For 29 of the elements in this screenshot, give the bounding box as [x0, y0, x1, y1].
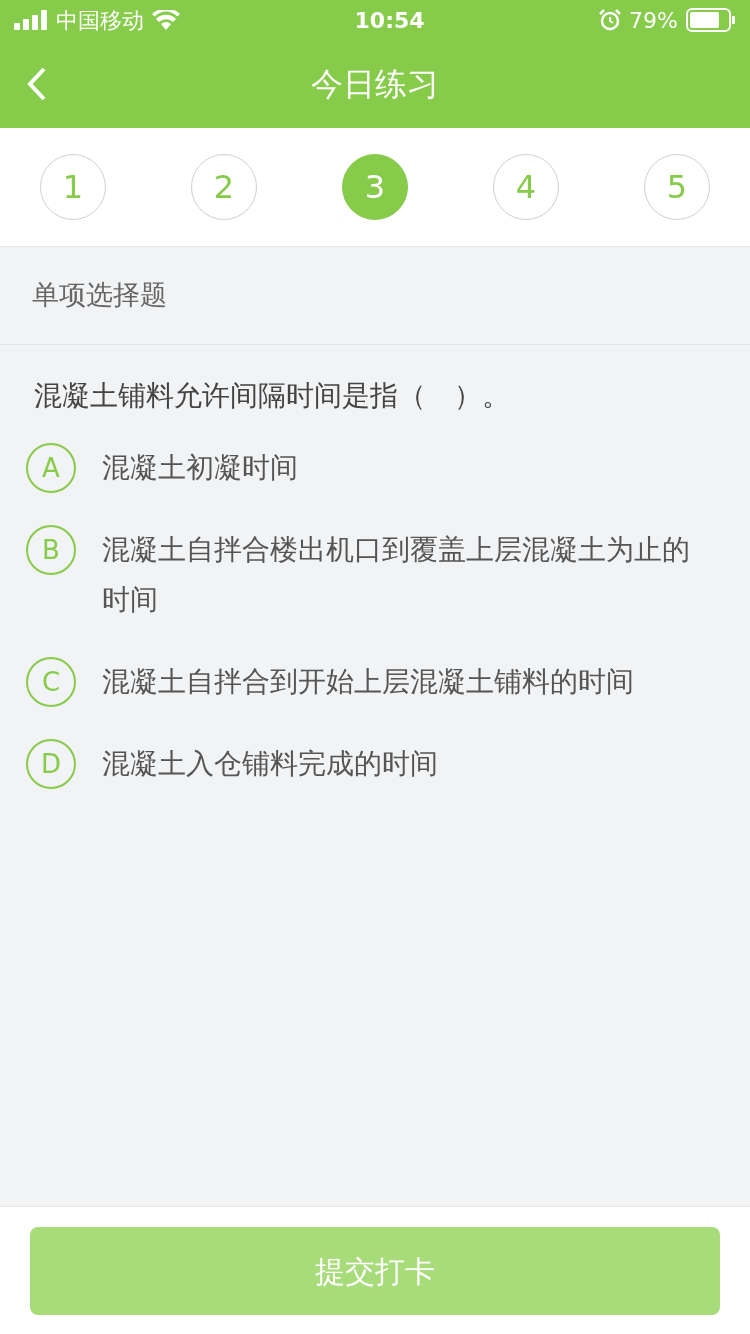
- section-title: 单项选择题: [0, 247, 750, 345]
- option-letter: D: [26, 739, 76, 789]
- question-number-tab[interactable]: 5: [644, 154, 710, 220]
- option-text: 混凝土自拌合楼出机口到覆盖上层混凝土为止的时间: [102, 532, 691, 618]
- page-title: 今日练习: [311, 64, 439, 105]
- signal-icon: [14, 10, 48, 30]
- option-text: 混凝土初凝时间: [102, 450, 298, 486]
- alarm-icon: [599, 9, 622, 31]
- answer-option[interactable]: A 混凝土初凝时间: [0, 427, 750, 509]
- option-letter: C: [26, 657, 76, 707]
- question-number-tab[interactable]: 2: [191, 154, 257, 220]
- option-letter: B: [26, 525, 76, 575]
- answer-option[interactable]: C 混凝土自拌合到开始上层混凝土铺料的时间: [0, 641, 750, 723]
- carrier-name: 中国移动: [56, 6, 144, 35]
- option-text: 混凝土入仓铺料完成的时间: [102, 746, 438, 782]
- status-time: 10:54: [354, 6, 425, 35]
- question-number-tab[interactable]: 4: [493, 154, 559, 220]
- question-number-tab[interactable]: 3: [342, 154, 408, 220]
- wifi-icon: [152, 10, 180, 30]
- option-text: 混凝土自拌合到开始上层混凝土铺料的时间: [102, 664, 634, 700]
- battery-icon: [686, 8, 736, 32]
- answer-option[interactable]: D 混凝土入仓铺料完成的时间: [0, 723, 750, 805]
- back-button[interactable]: [26, 66, 48, 102]
- question-text: 混凝土铺料允许间隔时间是指（ ）。: [33, 378, 511, 414]
- option-letter: A: [26, 443, 76, 493]
- back-icon: [26, 66, 48, 102]
- answer-option[interactable]: B 混凝土自拌合楼出机口到覆盖上层混凝土为止的时间: [0, 509, 750, 641]
- question-number-tab[interactable]: 1: [40, 154, 106, 220]
- battery-percent: 79%: [629, 6, 678, 35]
